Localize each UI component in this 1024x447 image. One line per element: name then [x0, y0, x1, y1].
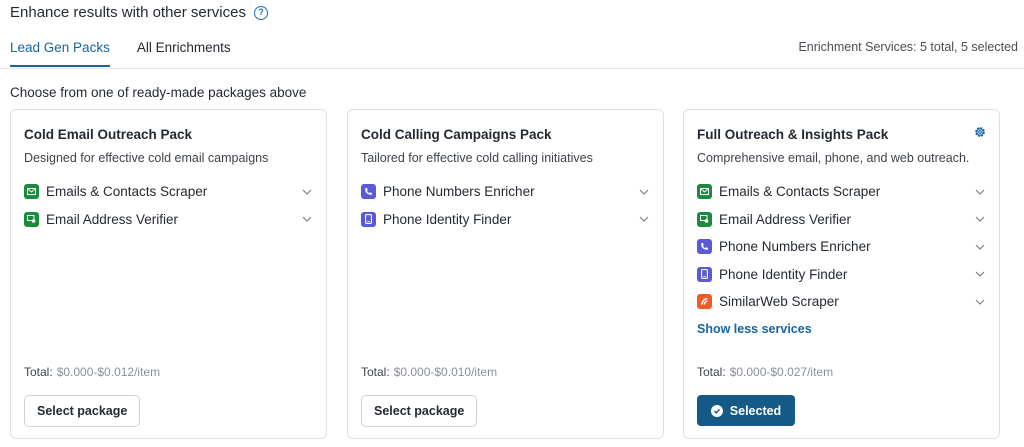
package-card-full-outreach: Full Outreach & Insights Pack Comprehens…	[683, 109, 1000, 439]
service-item-emails-contacts-scraper[interactable]: Emails & Contacts Scraper	[697, 178, 987, 206]
card-title: Cold Calling Campaigns Pack	[361, 127, 552, 142]
service-label: Phone Numbers Enricher	[383, 184, 535, 200]
service-label: Email Address Verifier	[719, 211, 852, 227]
service-label: Phone Identity Finder	[719, 266, 848, 282]
question-circle-icon[interactable]: ?	[253, 5, 268, 20]
chevron-down-icon[interactable]	[975, 242, 985, 252]
chevron-down-icon[interactable]	[975, 269, 985, 279]
verified-email-icon	[24, 211, 39, 227]
service-label: Emails & Contacts Scraper	[46, 184, 208, 200]
service-list: Emails & Contacts Scraper Email Address …	[697, 178, 987, 316]
service-label: Phone Numbers Enricher	[719, 239, 871, 255]
show-less-services-link[interactable]: Show less services	[697, 322, 812, 336]
phone-icon	[697, 239, 712, 255]
card-description: Designed for effective cold email campai…	[24, 151, 269, 165]
envelope-icon	[697, 184, 712, 200]
service-item-email-address-verifier[interactable]: Email Address Verifier	[24, 206, 314, 234]
chevron-down-icon[interactable]	[639, 187, 649, 197]
total-label: Total:	[697, 365, 726, 379]
enrichment-summary: Enrichment Services: 5 total, 5 selected	[798, 40, 1018, 54]
card-description: Tailored for effective cold calling init…	[361, 151, 593, 165]
total-label: Total:	[361, 365, 390, 379]
service-item-phone-numbers-enricher[interactable]: Phone Numbers Enricher	[697, 233, 987, 261]
section-title: Enhance results with other services	[10, 4, 246, 21]
phone-icon	[361, 184, 376, 200]
total-price: Total: $0.000-$0.012/item	[24, 365, 160, 379]
tab-all-enrichments[interactable]: All Enrichments	[137, 40, 231, 67]
service-list: Emails & Contacts Scraper Email Address …	[24, 178, 314, 233]
chevron-down-icon[interactable]	[975, 187, 985, 197]
chevron-down-icon[interactable]	[975, 214, 985, 224]
select-package-button[interactable]: Select package	[24, 395, 141, 427]
total-value: $0.000-$0.027/item	[729, 365, 834, 379]
chevron-down-icon[interactable]	[302, 214, 312, 224]
service-item-emails-contacts-scraper[interactable]: Emails & Contacts Scraper	[24, 178, 314, 206]
verified-email-icon	[697, 211, 712, 227]
chevron-down-icon[interactable]	[302, 187, 312, 197]
service-list: Phone Numbers Enricher Phone Identity Fi…	[361, 178, 651, 233]
tab-lead-gen-packs[interactable]: Lead Gen Packs	[10, 40, 110, 67]
service-item-phone-identity-finder[interactable]: Phone Identity Finder	[361, 206, 651, 234]
tab-bar: Lead Gen Packs All Enrichments	[10, 40, 231, 67]
total-label: Total:	[24, 365, 53, 379]
select-package-button[interactable]: Select package	[361, 395, 478, 427]
service-label: Email Address Verifier	[46, 211, 179, 227]
mobile-phone-icon	[697, 266, 712, 282]
service-label: Phone Identity Finder	[383, 211, 512, 227]
envelope-icon	[24, 184, 39, 200]
total-price: Total: $0.000-$0.010/item	[361, 365, 497, 379]
service-item-similarweb-scraper[interactable]: SimilarWeb Scraper	[697, 288, 987, 316]
package-card-cold-calling: Cold Calling Campaigns Pack Tailored for…	[347, 109, 664, 439]
mobile-phone-icon	[361, 211, 376, 227]
service-item-phone-numbers-enricher[interactable]: Phone Numbers Enricher	[361, 178, 651, 206]
card-description: Comprehensive email, phone, and web outr…	[697, 151, 970, 165]
service-item-email-address-verifier[interactable]: Email Address Verifier	[697, 206, 987, 234]
service-label: SimilarWeb Scraper	[719, 294, 839, 310]
selected-button-label: Selected	[729, 403, 782, 418]
service-item-phone-identity-finder[interactable]: Phone Identity Finder	[697, 261, 987, 289]
similarweb-icon	[697, 294, 712, 310]
package-card-cold-email: Cold Email Outreach Pack Designed for ef…	[10, 109, 327, 439]
section-header: Enhance results with other services ?	[10, 4, 268, 21]
total-price: Total: $0.000-$0.027/item	[697, 365, 833, 379]
card-title: Cold Email Outreach Pack	[24, 127, 193, 142]
total-value: $0.000-$0.010/item	[393, 365, 498, 379]
tab-divider	[0, 68, 1024, 69]
total-value: $0.000-$0.012/item	[56, 365, 161, 379]
packages-subtitle: Choose from one of ready-made packages a…	[10, 85, 307, 100]
card-title: Full Outreach & Insights Pack	[697, 127, 889, 142]
gear-icon[interactable]	[973, 125, 987, 139]
selected-package-button[interactable]: Selected	[697, 395, 795, 426]
chevron-down-icon[interactable]	[639, 214, 649, 224]
check-circle-icon	[710, 404, 723, 417]
chevron-down-icon[interactable]	[975, 297, 985, 307]
service-label: Emails & Contacts Scraper	[719, 184, 881, 200]
